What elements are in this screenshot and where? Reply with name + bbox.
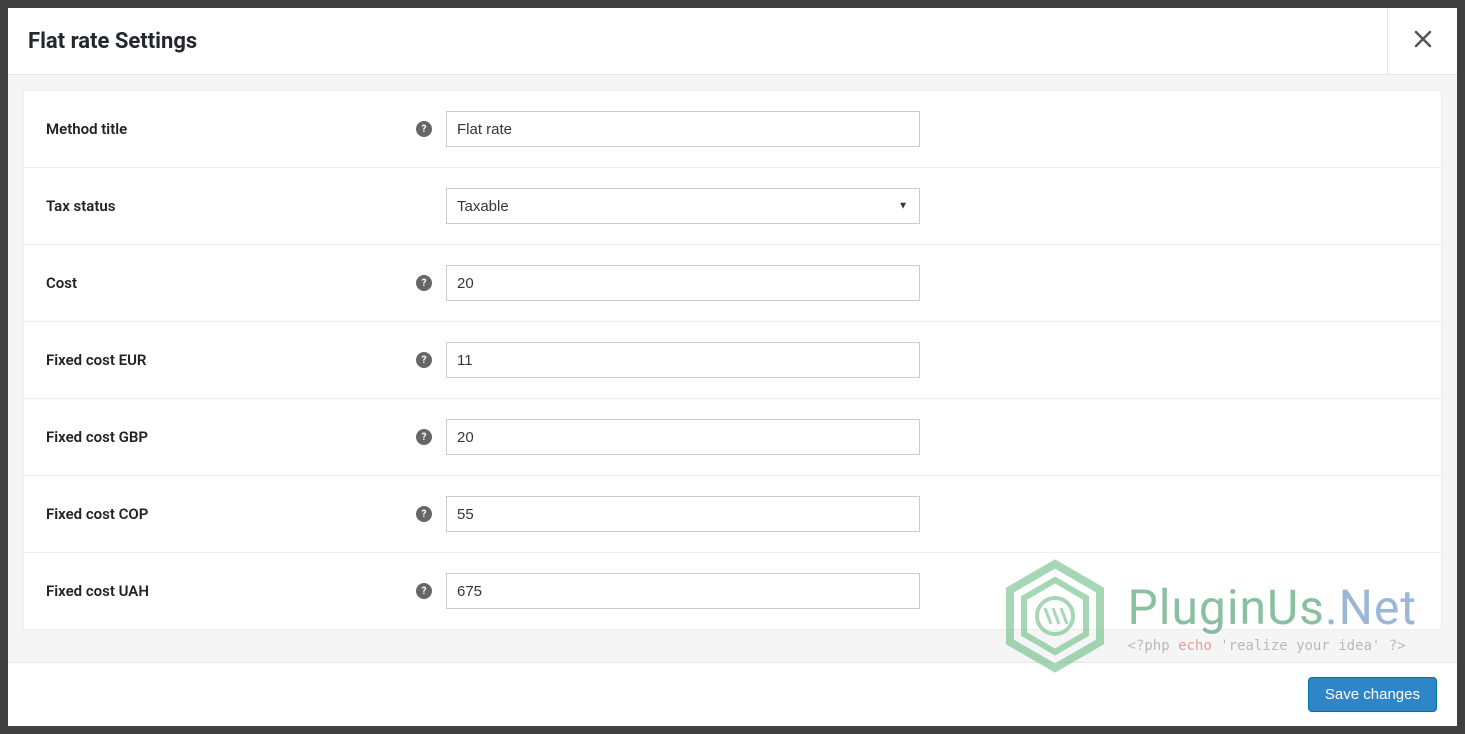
- help-icon[interactable]: ?: [416, 429, 432, 445]
- settings-modal: Flat rate Settings Method title ? Tax st…: [8, 8, 1457, 726]
- input-wrap: [446, 265, 920, 301]
- label-text: Fixed cost COP: [46, 505, 148, 523]
- method-title-input[interactable]: [446, 111, 920, 147]
- input-wrap: Taxable ▼: [446, 188, 920, 224]
- row-fixed-uah: Fixed cost UAH ?: [24, 553, 1441, 629]
- cost-input[interactable]: [446, 265, 920, 301]
- modal-footer: Save changes: [8, 662, 1457, 726]
- help-icon[interactable]: ?: [416, 583, 432, 599]
- row-fixed-cop: Fixed cost COP ?: [24, 476, 1441, 553]
- label-text: Tax status: [46, 197, 116, 215]
- help-icon[interactable]: ?: [416, 121, 432, 137]
- modal-title: Flat rate Settings: [8, 29, 197, 54]
- label-tax-status: Tax status: [46, 197, 446, 215]
- label-fixed-eur: Fixed cost EUR ?: [46, 351, 446, 369]
- label-text: Cost: [46, 274, 77, 292]
- help-icon[interactable]: ?: [416, 506, 432, 522]
- label-cost: Cost ?: [46, 274, 446, 292]
- save-button[interactable]: Save changes: [1308, 677, 1437, 712]
- label-text: Fixed cost UAH: [46, 582, 149, 600]
- close-button[interactable]: [1387, 8, 1457, 75]
- input-wrap: [446, 111, 920, 147]
- label-text: Fixed cost GBP: [46, 428, 148, 446]
- input-wrap: [446, 342, 920, 378]
- fixed-gbp-input[interactable]: [446, 419, 920, 455]
- row-method-title: Method title ?: [24, 91, 1441, 168]
- close-icon: [1414, 29, 1432, 54]
- help-icon[interactable]: ?: [416, 352, 432, 368]
- label-method-title: Method title ?: [46, 120, 446, 138]
- label-fixed-cop: Fixed cost COP ?: [46, 505, 446, 523]
- input-wrap: [446, 419, 920, 455]
- input-wrap: [446, 573, 920, 609]
- label-text: Fixed cost EUR: [46, 351, 146, 369]
- row-fixed-eur: Fixed cost EUR ?: [24, 322, 1441, 399]
- help-icon[interactable]: ?: [416, 275, 432, 291]
- modal-body: Method title ? Tax status Taxable ▼: [8, 75, 1457, 662]
- modal-header: Flat rate Settings: [8, 8, 1457, 75]
- label-fixed-uah: Fixed cost UAH ?: [46, 582, 446, 600]
- fixed-eur-input[interactable]: [446, 342, 920, 378]
- fixed-cop-input[interactable]: [446, 496, 920, 532]
- fixed-uah-input[interactable]: [446, 573, 920, 609]
- row-tax-status: Tax status Taxable ▼: [24, 168, 1441, 245]
- form-panel: Method title ? Tax status Taxable ▼: [23, 90, 1442, 630]
- label-fixed-gbp: Fixed cost GBP ?: [46, 428, 446, 446]
- tax-status-select[interactable]: Taxable: [446, 188, 920, 224]
- label-text: Method title: [46, 120, 127, 138]
- input-wrap: [446, 496, 920, 532]
- row-fixed-gbp: Fixed cost GBP ?: [24, 399, 1441, 476]
- row-cost: Cost ?: [24, 245, 1441, 322]
